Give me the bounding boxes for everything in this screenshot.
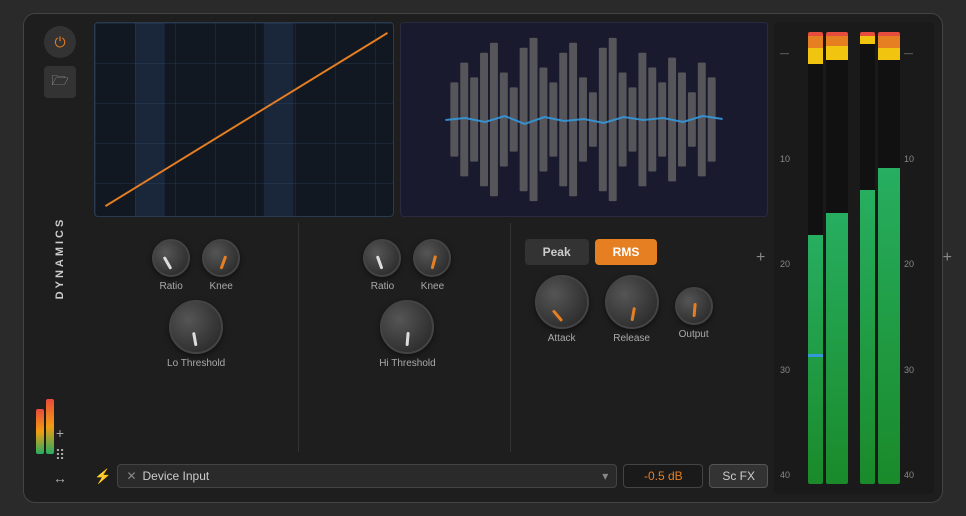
hi-knee-group: Knee [413, 239, 451, 292]
add-left-button[interactable]: + [56, 425, 64, 441]
lo-threshold-label: Lo Threshold [167, 358, 225, 369]
device-name: Device Input [143, 469, 210, 483]
orange-seg-1 [808, 36, 823, 48]
meter-bar-1-bg [808, 32, 823, 484]
orange-seg-4 [878, 36, 900, 48]
graph-grid [95, 23, 393, 216]
yellow-seg-3 [860, 36, 875, 44]
green-fill-4 [878, 168, 900, 484]
waveform-svg [401, 23, 767, 216]
controls-area: Ratio Knee Lo Threshold [94, 223, 768, 452]
output-label: Output [679, 329, 709, 340]
chevron-down-icon: ▾ [602, 469, 608, 483]
hi-ratio-label: Ratio [371, 281, 394, 292]
bottom-bar: ⚡ ✕ Device Input ▾ -0.5 dB Sc FX [94, 458, 768, 494]
folder-button[interactable]: 🗁 [44, 66, 76, 98]
detection-section: Peak RMS Attack [517, 223, 768, 452]
meter-bar-4-bg [878, 32, 900, 484]
lo-knee-knob[interactable] [202, 239, 240, 277]
rms-button[interactable]: RMS [595, 239, 658, 265]
plugin-title: DYNAMICS [54, 217, 66, 300]
device-icon: ⚡ [94, 468, 111, 485]
orange-seg-2 [826, 36, 848, 46]
lo-knee-group: Knee [202, 239, 240, 292]
meter-bar-3 [860, 32, 875, 484]
lo-knee-label: Knee [209, 281, 232, 292]
meter-bars [806, 28, 902, 488]
device-select[interactable]: ✕ Device Input ▾ [117, 464, 617, 488]
release-label: Release [613, 333, 650, 344]
meter-scale-right: — 10 20 30 40 [902, 28, 930, 488]
attack-group: Attack [535, 275, 589, 344]
clear-device-button[interactable]: ✕ [126, 469, 136, 483]
mini-meters [36, 394, 54, 454]
lo-threshold-section: Ratio Knee Lo Threshold [94, 223, 299, 452]
green-fill-1 [808, 235, 823, 484]
attack-label: Attack [548, 333, 576, 344]
output-group: Output [675, 279, 713, 340]
lo-knob-row: Ratio Knee [148, 231, 244, 296]
meter-bar-1 [808, 32, 823, 484]
hi-ratio-knob[interactable] [363, 239, 401, 277]
peak-button[interactable]: Peak [525, 239, 589, 265]
sidebar: ⏻ 🗁 DYNAMICS + ⠿ ↔ [32, 22, 88, 494]
plugin-container: ⏻ 🗁 DYNAMICS + ⠿ ↔ [23, 13, 943, 503]
peak-rms-row: Peak RMS [525, 231, 760, 265]
mini-meter-right [46, 399, 54, 454]
route-button[interactable]: ↔ [53, 470, 67, 486]
blue-marker-1 [808, 354, 823, 357]
meter-scale-left: — 10 20 30 40 [778, 28, 806, 488]
yellow-seg-4 [878, 48, 900, 60]
top-row [94, 22, 768, 217]
transfer-graph [94, 22, 394, 217]
lo-threshold-group: Lo Threshold [167, 296, 225, 375]
lo-ratio-group: Ratio [152, 239, 190, 292]
hi-knee-label: Knee [421, 281, 444, 292]
mini-meter-left [36, 409, 44, 454]
meter-gap [851, 32, 857, 484]
meter-bar-3-bg [860, 32, 875, 484]
output-knob[interactable] [675, 287, 713, 325]
lo-ratio-knob[interactable] [152, 239, 190, 277]
release-group: Release [605, 275, 659, 344]
meter-bar-2 [826, 32, 848, 484]
sc-fx-button[interactable]: Sc FX [709, 464, 768, 488]
gain-value: -0.5 dB [644, 469, 683, 483]
yellow-seg-1 [808, 48, 823, 64]
attack-knob[interactable] [535, 275, 589, 329]
lo-threshold-knob[interactable] [169, 300, 223, 354]
hi-knee-knob[interactable] [413, 239, 451, 277]
hi-threshold-section: Ratio Knee Hi Threshold [305, 223, 510, 452]
meter-bar-2-bg [826, 32, 848, 484]
yellow-seg-2 [826, 46, 848, 60]
hi-threshold-knob[interactable] [380, 300, 434, 354]
meters-section: + — 10 20 30 40 [774, 22, 934, 494]
power-button[interactable]: ⏻ [44, 26, 76, 58]
attack-release-row: Attack Release Output [525, 271, 760, 348]
green-fill-3 [860, 190, 875, 484]
hi-threshold-label: Hi Threshold [379, 358, 436, 369]
gain-display: -0.5 dB [623, 464, 703, 488]
lo-ratio-label: Ratio [159, 281, 182, 292]
hi-ratio-group: Ratio [363, 239, 401, 292]
meter-bar-4 [878, 32, 900, 484]
hi-knob-row: Ratio Knee [359, 231, 455, 296]
hi-threshold-group: Hi Threshold [379, 296, 436, 375]
main-content: Ratio Knee Lo Threshold [94, 22, 768, 494]
release-knob[interactable] [605, 275, 659, 329]
green-fill-2 [826, 213, 848, 484]
add-right-meter-button[interactable]: + [943, 249, 952, 267]
dots-button[interactable]: ⠿ [55, 447, 65, 464]
waveform-display [400, 22, 768, 217]
add-left-meter-button[interactable]: + [756, 249, 765, 267]
